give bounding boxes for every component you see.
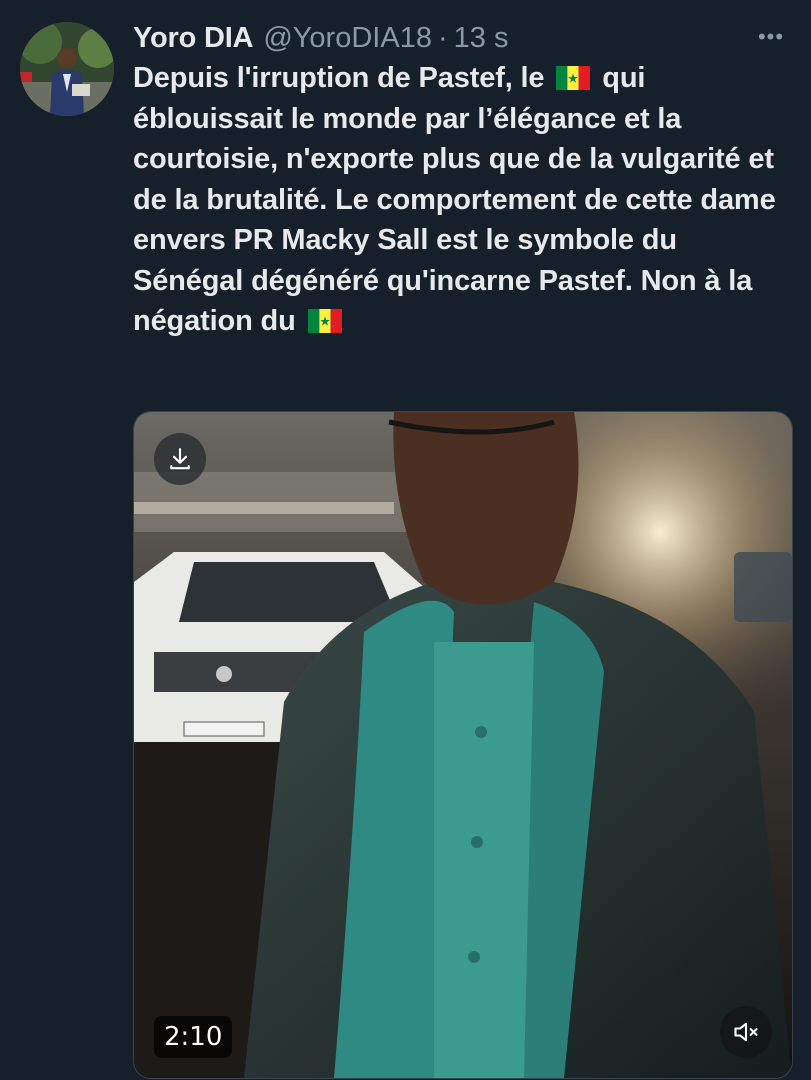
senegal-flag-icon <box>307 309 342 333</box>
tweet-text-part-2: qui éblouissait le monde par l’élégance … <box>133 62 776 337</box>
tweet-header: Yoro DIA @YoroDIA18 · 13 s ••• <box>133 14 791 62</box>
download-button[interactable] <box>154 433 206 485</box>
avatar-photo <box>20 22 114 116</box>
avatar[interactable] <box>20 22 114 116</box>
video-duration: 2:10 <box>154 1016 233 1058</box>
download-icon <box>170 448 190 470</box>
tweet-text-part-1: Depuis l'irruption de Pastef, le <box>133 62 545 94</box>
author-name[interactable]: Yoro DIA <box>133 22 254 55</box>
tweet-text: Depuis l'irruption de Pastef, le qui ébl… <box>133 58 783 342</box>
separator-dot: · <box>437 21 448 54</box>
author-handle[interactable]: @YoroDIA18 <box>263 22 432 55</box>
tweet-timestamp[interactable]: 13 s <box>454 22 509 55</box>
tweet-card[interactable]: Yoro DIA @YoroDIA18 · 13 s ••• Depuis l'… <box>0 0 811 1080</box>
more-options-icon[interactable]: ••• <box>751 22 791 52</box>
senegal-flag-icon <box>556 66 591 90</box>
video-frame <box>134 412 792 1078</box>
video-player[interactable]: 2:10 <box>133 411 793 1079</box>
muted-speaker-icon <box>734 1022 758 1042</box>
mute-button[interactable] <box>720 1006 772 1058</box>
